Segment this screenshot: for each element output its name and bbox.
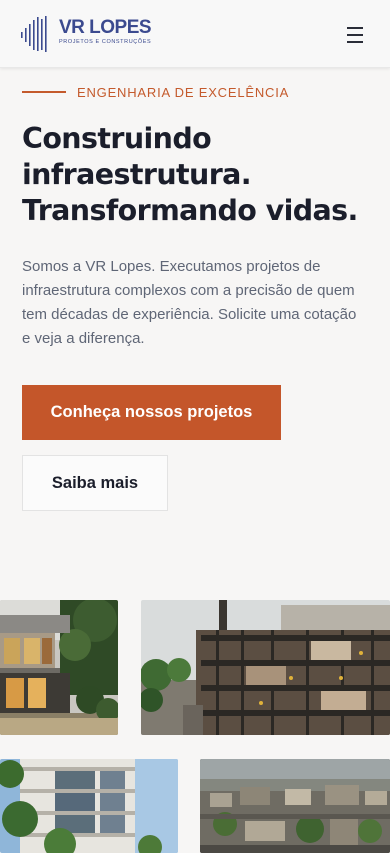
project-photo-residential-building[interactable]	[0, 759, 178, 853]
hero-title-line: infraestrutura.	[22, 158, 252, 191]
project-photo-construction-site[interactable]	[141, 600, 390, 735]
hero-title-line: Construindo	[22, 122, 212, 155]
logo-title: VR LOPES	[59, 17, 152, 38]
learn-more-button[interactable]: Saiba mais	[22, 455, 168, 511]
hero-title-line: Transformando vidas.	[22, 194, 358, 227]
eyebrow-divider	[22, 91, 66, 93]
logo-bars-icon	[21, 16, 47, 52]
view-projects-button[interactable]: Conheça nossos projetos	[22, 385, 281, 440]
hero-description-line: Somos a VR Lopes. Executamos projetos de	[22, 258, 321, 275]
project-photo-aerial-city[interactable]	[200, 759, 390, 853]
site-header: VR LOPES PROJETOS E CONSTRUÇÕES	[0, 0, 390, 68]
hamburger-menu-icon[interactable]	[344, 24, 368, 46]
hero-description: Somos a VR Lopes. Executamos projetos de…	[22, 255, 372, 351]
hero-description-line: infraestrutura complexos com a precisão …	[22, 282, 355, 299]
eyebrow: ENGENHARIA DE EXCELÊNCIA	[22, 83, 289, 101]
project-photo-modern-house[interactable]	[0, 600, 118, 735]
hero-title: Construindo infraestrutura. Transformand…	[22, 121, 372, 229]
hero-description-line: e veja a diferença.	[22, 330, 145, 347]
logo-subtitle: PROJETOS E CONSTRUÇÕES	[59, 39, 152, 45]
eyebrow-text: ENGENHARIA DE EXCELÊNCIA	[77, 84, 290, 100]
vr-lopes-logo[interactable]: VR LOPES PROJETOS E CONSTRUÇÕES	[20, 15, 160, 53]
hero-description-line: tem décadas de experiência. Solicite uma…	[22, 306, 357, 323]
